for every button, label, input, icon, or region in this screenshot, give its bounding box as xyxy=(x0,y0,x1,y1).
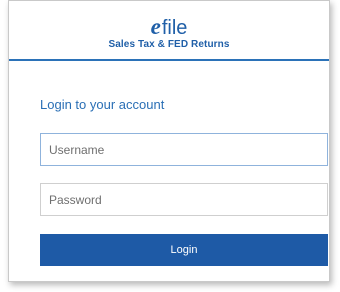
login-title: Login to your account xyxy=(40,97,165,112)
login-card: efile Sales Tax & FED Returns Login to y… xyxy=(8,0,330,282)
password-input[interactable] xyxy=(40,183,328,216)
efile-logo: efile xyxy=(9,14,329,39)
login-button[interactable]: Login xyxy=(40,234,328,266)
tagline: Sales Tax & FED Returns xyxy=(108,39,230,50)
logo-prefix: e xyxy=(150,14,161,39)
page: efile Sales Tax & FED Returns Login to y… xyxy=(0,0,340,292)
header: efile Sales Tax & FED Returns xyxy=(9,1,329,61)
username-input[interactable] xyxy=(40,133,328,166)
logo-text: file xyxy=(161,17,188,39)
